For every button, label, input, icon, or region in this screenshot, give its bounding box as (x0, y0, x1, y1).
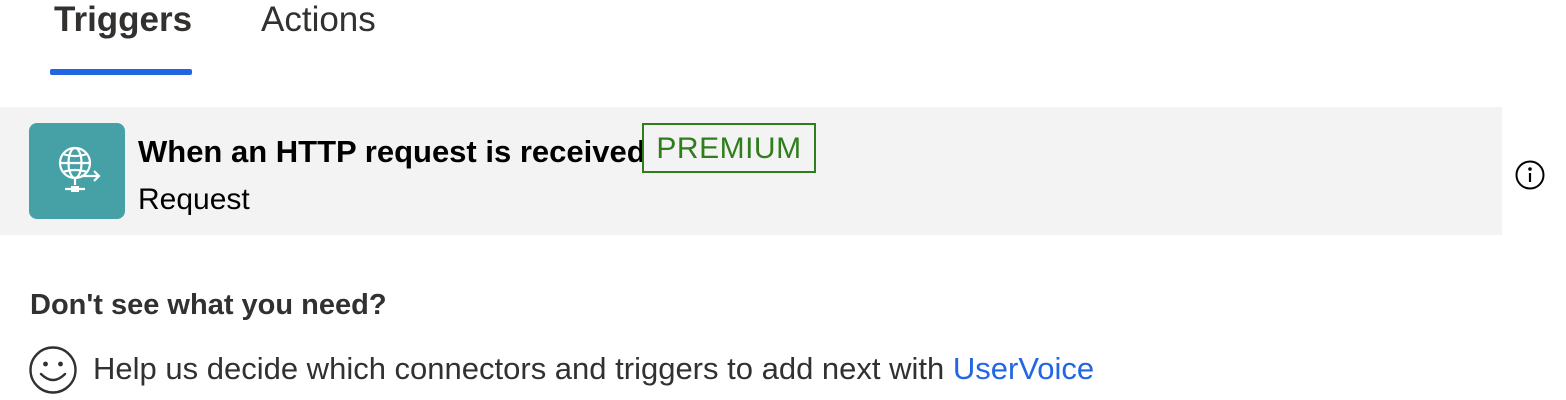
help-text: Help us decide which connectors and trig… (93, 351, 953, 386)
premium-badge: PREMIUM (642, 123, 816, 173)
help-heading: Don't see what you need? (30, 289, 387, 321)
info-icon[interactable] (1514, 159, 1546, 191)
trigger-title: When an HTTP request is received (138, 134, 646, 169)
connector-tile (29, 123, 125, 219)
active-tab-indicator (50, 69, 192, 75)
globe-request-icon (58, 146, 101, 192)
smile-icon (29, 346, 77, 394)
tab-triggers[interactable]: Triggers (54, 0, 192, 40)
tab-bar: Triggers Actions (0, 0, 600, 78)
trigger-item-http-request[interactable]: When an HTTP request is received PREMIUM… (0, 107, 1502, 235)
help-text-line: Help us decide which connectors and trig… (93, 349, 1094, 389)
uservoice-link[interactable]: UserVoice (953, 351, 1094, 386)
trigger-picker: Triggers Actions When an HTTP request is… (0, 0, 1566, 400)
connector-name: Request (138, 183, 250, 216)
tab-actions[interactable]: Actions (261, 0, 376, 40)
